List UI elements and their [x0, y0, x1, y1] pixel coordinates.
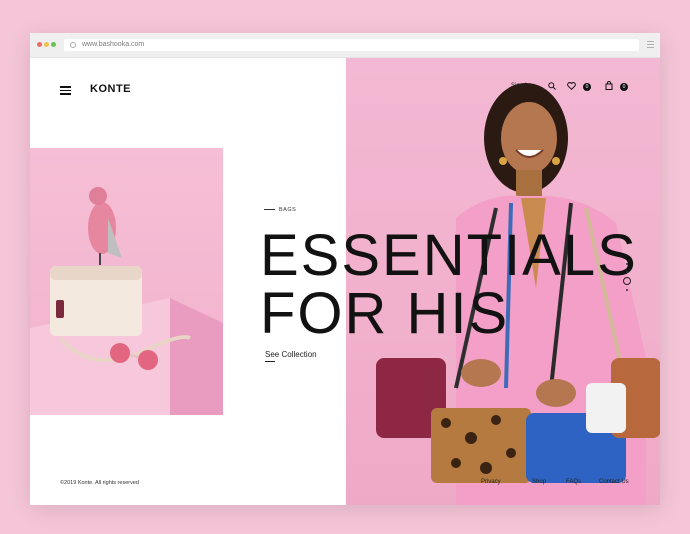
category-label: BAGS [264, 207, 296, 213]
sign-in-link[interactable]: Sign In [511, 83, 530, 89]
headline-line-1: ESSENTIALS [260, 223, 638, 288]
maximize-window-button[interactable] [51, 42, 56, 47]
hamburger-menu-icon[interactable] [60, 86, 71, 95]
browser-window: www.bashooka.com KONTE Sign In 0 0 BAGS … [30, 33, 660, 505]
category-text: BAGS [279, 207, 297, 213]
search-icon[interactable] [548, 82, 556, 92]
copyright-text: ©2019 Konte. All rights reserved [60, 480, 139, 486]
category-dash-icon [264, 209, 275, 211]
cart-bag-icon[interactable] [605, 81, 613, 92]
address-text: www.bashooka.com [82, 41, 145, 48]
cart-count-badge: 0 [620, 83, 628, 91]
footer-link-shop[interactable]: Shop [532, 479, 546, 485]
site-info-icon [70, 42, 76, 48]
hero-headline: ESSENTIALS FOR HIS [260, 227, 638, 343]
browser-menu-icon[interactable] [647, 41, 654, 48]
see-collection-link[interactable]: See Collection [265, 350, 317, 359]
close-window-button[interactable] [37, 42, 42, 47]
address-bar[interactable]: www.bashooka.com [64, 39, 639, 51]
product-still-life-photo [30, 148, 223, 415]
brand-logo[interactable]: KONTE [90, 83, 131, 95]
wishlist-heart-icon[interactable] [567, 82, 576, 92]
slider-dot[interactable] [626, 271, 628, 273]
slider-dot[interactable] [626, 263, 628, 265]
headline-line-2: FOR HIS [260, 281, 510, 346]
footer-link-privacy[interactable]: Privacy [481, 479, 501, 485]
footer-link-contact[interactable]: Contact Us [599, 479, 629, 485]
cta-underline [265, 361, 275, 362]
browser-toolbar: www.bashooka.com [30, 33, 660, 58]
slider-dot-active[interactable] [623, 277, 631, 285]
footer-link-faqs[interactable]: FAQs [566, 479, 581, 485]
slider-dot[interactable] [626, 289, 628, 291]
wishlist-count-badge: 0 [583, 83, 591, 91]
minimize-window-button[interactable] [44, 42, 49, 47]
